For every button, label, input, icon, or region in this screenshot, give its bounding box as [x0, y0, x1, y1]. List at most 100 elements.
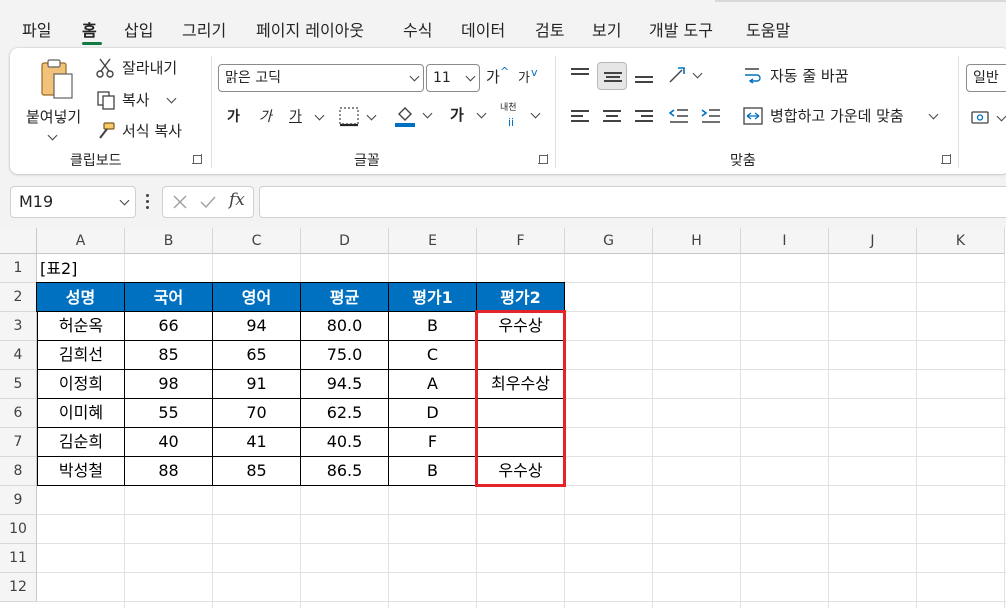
paste-button[interactable]: 붙여넣기	[22, 56, 84, 144]
formula-input[interactable]	[259, 186, 1006, 218]
copy-button[interactable]: 복사	[94, 90, 194, 112]
orientation-button[interactable]	[666, 64, 706, 88]
row-header[interactable]: 3	[0, 312, 37, 341]
table-header-cell[interactable]: 국어	[124, 282, 213, 312]
column-header[interactable]: F	[477, 228, 565, 254]
tab-help[interactable]: 도움말	[746, 20, 790, 42]
table-cell[interactable]: 40.5	[301, 428, 389, 457]
tab-page-layout[interactable]: 페이지 레이아웃	[256, 20, 364, 42]
table-cell[interactable]: 55	[125, 399, 213, 428]
enter-check-icon[interactable]	[199, 193, 217, 211]
column-header[interactable]: J	[829, 228, 917, 254]
tab-insert[interactable]: 삽입	[124, 20, 153, 42]
table-cell[interactable]: 88	[125, 457, 213, 486]
table-cell[interactable]: 66	[125, 312, 213, 341]
table-cell[interactable]: 김희선	[37, 341, 125, 370]
row-header[interactable]: 7	[0, 428, 37, 457]
fill-color-button[interactable]	[394, 104, 434, 128]
table-cell[interactable]: 70	[213, 399, 301, 428]
row-header[interactable]: 12	[0, 573, 37, 602]
table-cell[interactable]: 김순희	[37, 428, 125, 457]
table-header-cell[interactable]: 평가2	[476, 282, 565, 312]
table-cell[interactable]: 41	[213, 428, 301, 457]
row-header[interactable]: 11	[0, 544, 37, 573]
row-header[interactable]: 2	[0, 283, 37, 312]
table-cell[interactable]: 62.5	[301, 399, 389, 428]
table-cell[interactable]: 40	[125, 428, 213, 457]
column-header[interactable]: G	[565, 228, 653, 254]
table-cell[interactable]: A	[389, 370, 477, 399]
row-header[interactable]: 8	[0, 457, 37, 486]
number-format-select[interactable]: 일반	[966, 64, 1006, 92]
tab-file[interactable]: 파일	[22, 20, 51, 42]
decrease-font-size-button[interactable]: 가 v	[518, 66, 542, 88]
table-header-cell[interactable]: 영어	[212, 282, 301, 312]
table-cell[interactable]: 75.0	[301, 341, 389, 370]
align-bottom-button[interactable]	[629, 62, 659, 90]
table-cell[interactable]: 94	[213, 312, 301, 341]
table-cell[interactable]: 91	[213, 370, 301, 399]
table-cell[interactable]: 98	[125, 370, 213, 399]
column-header[interactable]: I	[741, 228, 829, 254]
table-cell[interactable]: 85	[213, 457, 301, 486]
chevron-down-icon[interactable]	[314, 110, 325, 121]
column-header[interactable]: E	[389, 228, 477, 254]
cut-button[interactable]: 잘라내기	[94, 58, 204, 80]
font-launcher-icon[interactable]	[538, 154, 548, 164]
tab-view[interactable]: 보기	[592, 20, 621, 42]
column-header[interactable]: H	[653, 228, 741, 254]
name-box[interactable]: M19	[10, 186, 136, 218]
wrap-text-button[interactable]: 자동 줄 바꿈	[742, 64, 872, 88]
row-header[interactable]: 9	[0, 486, 37, 515]
italic-button[interactable]: 가	[259, 108, 272, 126]
row-header[interactable]: 5	[0, 370, 37, 399]
column-header[interactable]: C	[213, 228, 301, 254]
merge-center-button[interactable]: 병합하고 가운데 맞춤	[742, 104, 947, 128]
borders-button[interactable]	[338, 106, 378, 128]
table-cell[interactable]: D	[389, 399, 477, 428]
tab-review[interactable]: 검토	[535, 20, 564, 42]
increase-indent-button[interactable]	[700, 108, 722, 128]
table-cell[interactable]: 허순옥	[37, 312, 125, 341]
table-cell[interactable]: 85	[125, 341, 213, 370]
table-cell[interactable]: 65	[213, 341, 301, 370]
tab-developer[interactable]: 개발 도구	[649, 20, 713, 42]
column-header[interactable]: B	[125, 228, 213, 254]
bold-button[interactable]: 가	[227, 108, 240, 126]
table-header-cell[interactable]: 평가1	[388, 282, 477, 312]
accounting-format-button[interactable]	[970, 108, 1006, 130]
table-header-cell[interactable]: 성명	[36, 282, 125, 312]
table-cell[interactable]: 박성철	[37, 457, 125, 486]
format-painter-button[interactable]: 서식 복사	[94, 121, 204, 143]
alignment-launcher-icon[interactable]	[941, 154, 951, 164]
column-header[interactable]: D	[301, 228, 389, 254]
tab-formulas[interactable]: 수식	[403, 20, 432, 42]
font-size-select[interactable]: 11	[426, 64, 480, 92]
align-middle-button[interactable]	[597, 62, 627, 90]
underline-button[interactable]: 가	[289, 108, 302, 126]
table-cell[interactable]: B	[389, 312, 477, 341]
column-header[interactable]: K	[917, 228, 1005, 254]
font-name-select[interactable]: 맑은 고딕	[218, 64, 424, 92]
column-header[interactable]: A	[37, 228, 125, 254]
cancel-icon[interactable]	[171, 193, 189, 211]
row-header[interactable]: 1	[0, 254, 37, 283]
table-cell[interactable]: 이미혜	[37, 399, 125, 428]
row-header[interactable]: 10	[0, 515, 37, 544]
font-color-button[interactable]: 가	[448, 104, 488, 128]
table-header-cell[interactable]: 평균	[300, 282, 389, 312]
decrease-indent-button[interactable]	[668, 108, 690, 128]
align-right-button[interactable]	[635, 110, 653, 124]
phonetic-button[interactable]: 내천 ii	[498, 103, 542, 129]
table-cell[interactable]: 80.0	[301, 312, 389, 341]
align-center-button[interactable]	[603, 110, 621, 124]
tab-home[interactable]: 홈	[82, 20, 97, 42]
align-left-button[interactable]	[571, 110, 589, 124]
table-cell[interactable]: 86.5	[301, 457, 389, 486]
tab-data[interactable]: 데이터	[461, 20, 505, 42]
table-cell[interactable]: 이정희	[37, 370, 125, 399]
select-all-button[interactable]	[0, 228, 37, 254]
worksheet-grid[interactable]: A B C D E F G H I J K 1 2 3 4 5 6 7 8 9 10 11 12 [표2] 성명 국어 영어 평균 평가…	[0, 228, 1006, 608]
align-top-button[interactable]	[565, 62, 595, 90]
insert-function-button[interactable]: fx	[229, 190, 245, 210]
